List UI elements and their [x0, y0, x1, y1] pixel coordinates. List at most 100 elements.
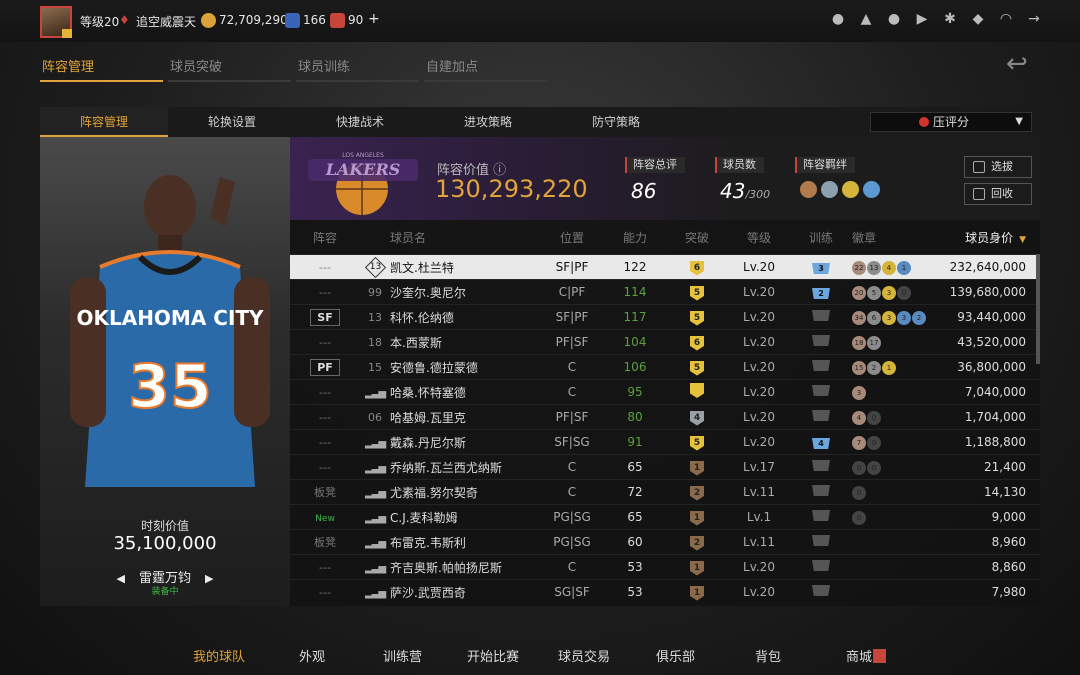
player-showcase[interactable]: OKLAHOMA CITY 35 时刻价值 35,100,000 ◀ 雷霆万钧 ▶ … [40, 137, 290, 606]
col-price[interactable]: 球员身价 ▼ [936, 229, 1040, 246]
breakthrough-shield-icon: 5 [690, 435, 704, 451]
lineup-cell[interactable]: PF [290, 358, 360, 376]
nav-appearance[interactable]: 外观 [299, 646, 325, 665]
table-row[interactable]: --- ▂▃▅ 乔纳斯.瓦兰西尤纳斯 C 65 1 Lv.17 00 21,40… [290, 454, 1040, 479]
badge-icon: 0 [867, 411, 881, 425]
player-position: C [567, 460, 577, 474]
subtab-offense[interactable]: 进攻策略 [424, 107, 552, 137]
scrollbar[interactable] [1036, 254, 1040, 364]
col-name[interactable]: 球员名 [390, 229, 540, 246]
badge-icon: 7 [852, 436, 866, 450]
bond-icon[interactable] [821, 181, 838, 198]
table-row[interactable]: --- ▂▃▅ 哈桑.怀特塞德 C 95 Lv.20 3 7,040,000 [290, 379, 1040, 404]
col-badges[interactable]: 徽章 [852, 229, 936, 246]
table-row[interactable]: --- ▂▃▅ 萨沙.武贾西奇 SG|SF 53 1 Lv.20 7,980 [290, 579, 1040, 604]
bond-icon[interactable] [842, 181, 859, 198]
table-body: --- 13 凯文.杜兰特 SF|PF 122 6 Lv.20 3 22 13 4 1… [290, 254, 1040, 604]
table-row[interactable]: --- 99 沙奎尔.奥尼尔 C|PF 114 5 Lv.20 2 20 5 3 0 … [290, 279, 1040, 304]
lineup-cell[interactable]: SF [290, 308, 360, 326]
nav-club[interactable]: 俱乐部 [656, 646, 695, 665]
shield-icon[interactable]: ◆ [970, 11, 986, 27]
number-cell: 06 [360, 411, 390, 424]
avatar[interactable] [40, 6, 72, 38]
badge-icon: 0 [867, 461, 881, 475]
badge-icon: 22 [852, 261, 866, 275]
tab-player-training[interactable]: 球员训练 [296, 56, 419, 82]
table-row[interactable]: --- ▂▃▅ 戴森.丹尼尔斯 SF|SG 91 5 Lv.20 4 70 1,… [290, 429, 1040, 454]
friends-icon[interactable]: ● [886, 11, 902, 27]
subtab-rotation[interactable]: 轮换设置 [168, 107, 296, 137]
tab-lineup-management[interactable]: 阵容管理 [40, 56, 163, 82]
subtab-quick-tactics[interactable]: 快捷战术 [296, 107, 424, 137]
player-ability: 65 [627, 460, 643, 474]
select-button[interactable]: 选拔 [964, 156, 1032, 178]
nav-bag[interactable]: 背包 [755, 646, 781, 665]
lineup-cell[interactable]: 板凳 [290, 484, 360, 500]
lineup-cell[interactable]: --- [290, 461, 360, 474]
lineup-cell[interactable]: New [290, 511, 360, 524]
table-row[interactable]: 板凳 ▂▃▅ 布雷克.韦斯利 PG|SG 60 2 Lv.11 8,960 [290, 529, 1040, 554]
lineup-panel: 阵容管理 轮换设置 快捷战术 进攻策略 防守策略 压评分 ▼ OKLAHOMA … [40, 107, 1040, 606]
lineup-cell[interactable]: --- [290, 411, 360, 424]
recycle-button[interactable]: 回收 [964, 183, 1032, 205]
lineup-cell[interactable]: --- [290, 261, 360, 274]
badge-icon: 3 [852, 386, 866, 400]
notification-bell-icon[interactable]: ▲ [858, 11, 874, 27]
col-breakthrough[interactable]: 突破 [666, 229, 728, 246]
subtab-lineup[interactable]: 阵容管理 [40, 107, 168, 137]
back-arrow-icon[interactable]: ↩ [1006, 51, 1040, 77]
lineup-cell[interactable]: --- [290, 386, 360, 399]
nav-shop[interactable]: 商城 [846, 646, 887, 665]
table-row[interactable]: 板凳 ▂▃▅ 尤素福.努尔契奇 C 72 2 Lv.11 0 14,130 [290, 479, 1040, 504]
profile-icon[interactable]: ● [830, 11, 846, 27]
bond-icon[interactable] [863, 181, 880, 198]
tab-custom-points[interactable]: 自建加点 [424, 56, 547, 82]
logout-icon[interactable]: → [1026, 11, 1042, 27]
nav-my-team[interactable]: 我的球队 [193, 646, 245, 665]
headset-icon[interactable]: ◠ [998, 11, 1014, 27]
col-ability[interactable]: 能力 [604, 229, 666, 246]
table-row[interactable]: --- 13 凯文.杜兰特 SF|PF 122 6 Lv.20 3 22 13 4 1… [290, 254, 1040, 279]
col-lineup[interactable]: 阵容 [290, 229, 360, 246]
lineup-cell[interactable]: --- [290, 436, 360, 449]
subtab-defense[interactable]: 防守策略 [552, 107, 680, 137]
nav-start-game[interactable]: 开始比赛 [467, 646, 519, 665]
table-row[interactable]: New ▂▃▅ C.J.麦科勒姆 PG|SG 65 1 Lv.1 0 9,000 [290, 504, 1040, 529]
col-training[interactable]: 训练 [790, 229, 852, 246]
lineup-cell[interactable]: --- [290, 561, 360, 574]
player-ability: 106 [623, 360, 647, 374]
breakthrough-cell: 5 [666, 359, 728, 376]
lineup-cell[interactable]: 板凳 [290, 534, 360, 550]
player-ability: 72 [627, 485, 643, 499]
nav-training-camp[interactable]: 训练营 [383, 646, 422, 665]
player-price: 36,800,000 [957, 360, 1026, 374]
col-position[interactable]: 位置 [540, 229, 604, 246]
player-level: Lv.20 [743, 335, 775, 349]
settings-gear-icon[interactable]: ✱ [942, 11, 958, 27]
lineup-cell[interactable]: --- [290, 286, 360, 299]
nav-player-trade[interactable]: 球员交易 [558, 646, 610, 665]
moment-value-label: 时刻价值 [140, 519, 189, 533]
lineup-cell[interactable]: --- [290, 586, 360, 599]
tab-player-breakthrough[interactable]: 球员突破 [168, 56, 291, 82]
lineup-status: --- [319, 560, 331, 574]
sort-dropdown[interactable]: 压评分 ▼ [870, 112, 1032, 132]
table-row[interactable]: --- 06 哈基姆.瓦里克 PF|SF 80 4 Lv.20 40 1,704… [290, 404, 1040, 429]
breakthrough-cell: 2 [666, 484, 728, 501]
col-level[interactable]: 等级 [728, 229, 790, 246]
badges-cell: 0 [852, 509, 936, 525]
signal-bars-icon: ▂▃▅ [364, 537, 386, 549]
badges-cell: 18 17 [852, 334, 936, 350]
table-row[interactable]: --- 18 本.西蒙斯 PF|SF 104 6 Lv.20 18 17 43,5… [290, 329, 1040, 354]
table-row[interactable]: --- ▂▃▅ 齐吉奥斯.帕帕扬尼斯 C 53 1 Lv.20 8,860 [290, 554, 1040, 579]
video-icon[interactable]: ▶ [914, 11, 930, 27]
lineup-cell[interactable]: --- [290, 336, 360, 349]
table-row[interactable]: SF 13 科怀.伦纳德 SF|PF 117 5 Lv.20 34 6 3 3 2 93… [290, 304, 1040, 329]
lineup-status: --- [319, 285, 331, 299]
player-ability: 80 [627, 410, 643, 424]
bond-icon[interactable] [800, 181, 817, 198]
add-currency-button[interactable]: + [368, 11, 380, 27]
table-row[interactable]: PF 15 安德鲁.德拉蒙德 C 106 5 Lv.20 15 2 1 36,800… [290, 354, 1040, 379]
player-level: Lv.17 [743, 460, 775, 474]
player-portrait: OKLAHOMA CITY 35 [70, 175, 270, 487]
